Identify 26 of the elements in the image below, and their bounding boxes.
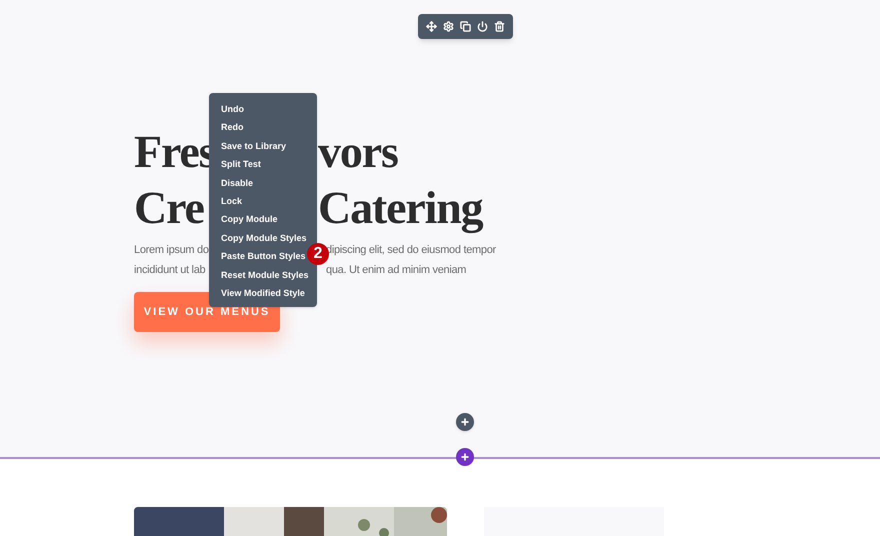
menu-item[interactable]: Undo: [221, 100, 244, 118]
add-section-button[interactable]: [456, 448, 474, 466]
duplicate-icon[interactable]: [460, 21, 471, 32]
move-icon[interactable]: [426, 21, 437, 32]
body-text: incididunt ut lab: [134, 263, 206, 278]
heading-text: vors: [318, 125, 398, 179]
step-badge: 2: [307, 243, 329, 265]
add-row-button[interactable]: [456, 413, 474, 431]
menu-item[interactable]: Save to Library: [221, 136, 286, 156]
power-icon[interactable]: [477, 21, 488, 32]
body-text: qua. Ut enim ad minim veniam: [326, 263, 466, 278]
heading-text: Cre: [134, 181, 204, 235]
menu-item[interactable]: Reset Module Styles: [221, 266, 309, 284]
menu-item[interactable]: Copy Module Styles: [221, 228, 307, 248]
menu-item[interactable]: Lock: [221, 192, 242, 210]
menu-item[interactable]: Copy Module: [221, 210, 278, 229]
menu-item[interactable]: Paste Button Styles: [221, 247, 306, 266]
plus-icon: [460, 452, 470, 462]
menu-item[interactable]: Disable: [221, 174, 254, 192]
heading-text: Catering: [318, 181, 483, 236]
body-text: Lorem ipsum do: [134, 243, 209, 258]
menu-item[interactable]: Redo: [221, 118, 244, 137]
settings-icon[interactable]: [443, 21, 454, 32]
delete-icon[interactable]: [494, 21, 505, 32]
plus-icon: [460, 417, 470, 427]
menu-item[interactable]: Split Test: [221, 155, 261, 174]
